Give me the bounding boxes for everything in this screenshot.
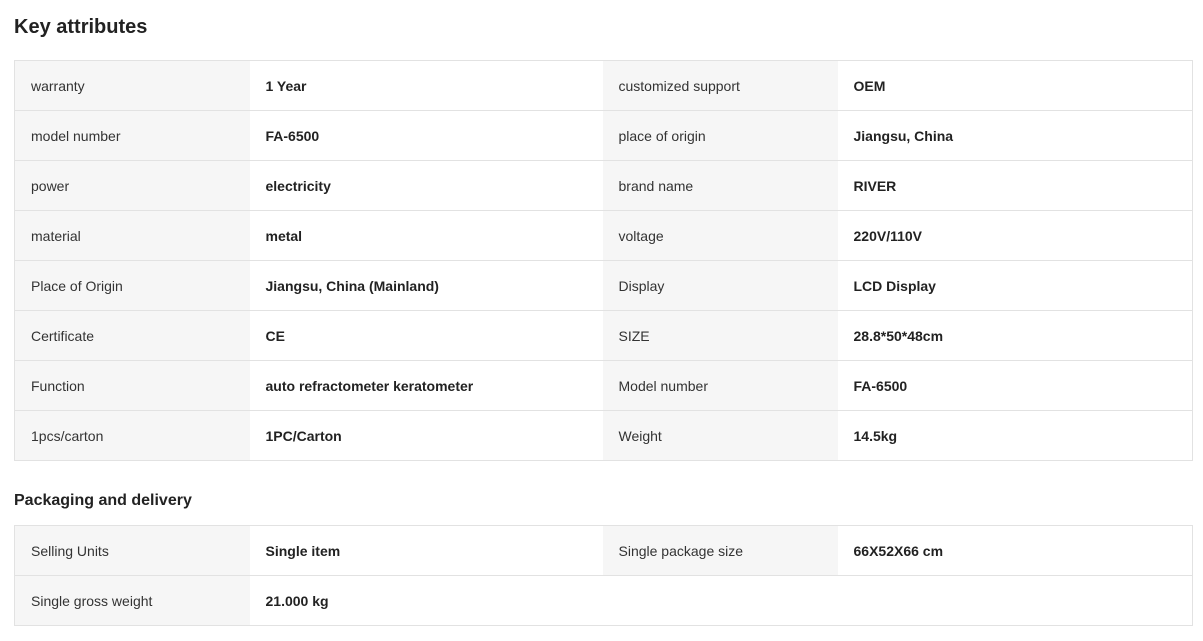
empty-cell bbox=[602, 575, 838, 626]
attribute-value: electricity bbox=[249, 160, 603, 211]
attribute-label: 1pcs/carton bbox=[14, 410, 250, 461]
attribute-label: brand name bbox=[602, 160, 838, 211]
attribute-value: 220V/110V bbox=[837, 210, 1193, 261]
attribute-label: voltage bbox=[602, 210, 838, 261]
attribute-value: 21.000 kg bbox=[249, 575, 603, 626]
empty-cell bbox=[837, 575, 1193, 626]
attribute-row: warranty 1 Year customized support OEM bbox=[14, 60, 1193, 111]
attribute-label: Single gross weight bbox=[14, 575, 250, 626]
attribute-label: place of origin bbox=[602, 110, 838, 161]
attribute-value: Jiangsu, China (Mainland) bbox=[249, 260, 603, 311]
attribute-value: Jiangsu, China bbox=[837, 110, 1193, 161]
packaging-delivery-title: Packaging and delivery bbox=[14, 492, 192, 509]
key-attributes-title: Key attributes bbox=[14, 16, 148, 38]
attribute-row: Single gross weight 21.000 kg bbox=[14, 575, 1193, 626]
attribute-value: auto refractometer keratometer bbox=[249, 360, 603, 411]
attribute-row: power electricity brand name RIVER bbox=[14, 160, 1193, 211]
attribute-label: power bbox=[14, 160, 250, 211]
attribute-label: Weight bbox=[602, 410, 838, 461]
attribute-label: warranty bbox=[14, 60, 250, 111]
attribute-row: 1pcs/carton 1PC/Carton Weight 14.5kg bbox=[14, 410, 1193, 461]
attribute-row: Certificate CE SIZE 28.8*50*48cm bbox=[14, 310, 1193, 361]
attribute-row: Function auto refractometer keratometer Mo… bbox=[14, 360, 1193, 411]
attribute-value: LCD Display bbox=[837, 260, 1193, 311]
key-attributes-table: warranty 1 Year customized support OEM model… bbox=[14, 60, 1193, 461]
attribute-label: customized support bbox=[602, 60, 838, 111]
attribute-label: Display bbox=[602, 260, 838, 311]
attribute-label: model number bbox=[14, 110, 250, 161]
attribute-value: 66X52X66 cm bbox=[837, 525, 1193, 576]
attribute-value: metal bbox=[249, 210, 603, 261]
attribute-label: Selling Units bbox=[14, 525, 250, 576]
attribute-label: Place of Origin bbox=[14, 260, 250, 311]
attribute-label: Function bbox=[14, 360, 250, 411]
attribute-label: Certificate bbox=[14, 310, 250, 361]
attribute-value: Single item bbox=[249, 525, 603, 576]
packaging-delivery-table: Selling Units Single item Single package s… bbox=[14, 525, 1193, 626]
attribute-row: material metal voltage 220V/110V bbox=[14, 210, 1193, 261]
attribute-label: SIZE bbox=[602, 310, 838, 361]
attribute-value: 14.5kg bbox=[837, 410, 1193, 461]
attribute-value: OEM bbox=[837, 60, 1193, 111]
attribute-value: FA-6500 bbox=[249, 110, 603, 161]
attribute-label: Single package size bbox=[602, 525, 838, 576]
attribute-row: model number FA-6500 place of origin Jiangs… bbox=[14, 110, 1193, 161]
attribute-label: material bbox=[14, 210, 250, 261]
attribute-value: 28.8*50*48cm bbox=[837, 310, 1193, 361]
attribute-value: CE bbox=[249, 310, 603, 361]
attribute-label: Model number bbox=[602, 360, 838, 411]
attribute-value: 1PC/Carton bbox=[249, 410, 603, 461]
attribute-row: Place of Origin Jiangsu, China (Mainland)… bbox=[14, 260, 1193, 311]
attribute-row: Selling Units Single item Single package s… bbox=[14, 525, 1193, 576]
attribute-value: RIVER bbox=[837, 160, 1193, 211]
attribute-value: 1 Year bbox=[249, 60, 603, 111]
attribute-value: FA-6500 bbox=[837, 360, 1193, 411]
